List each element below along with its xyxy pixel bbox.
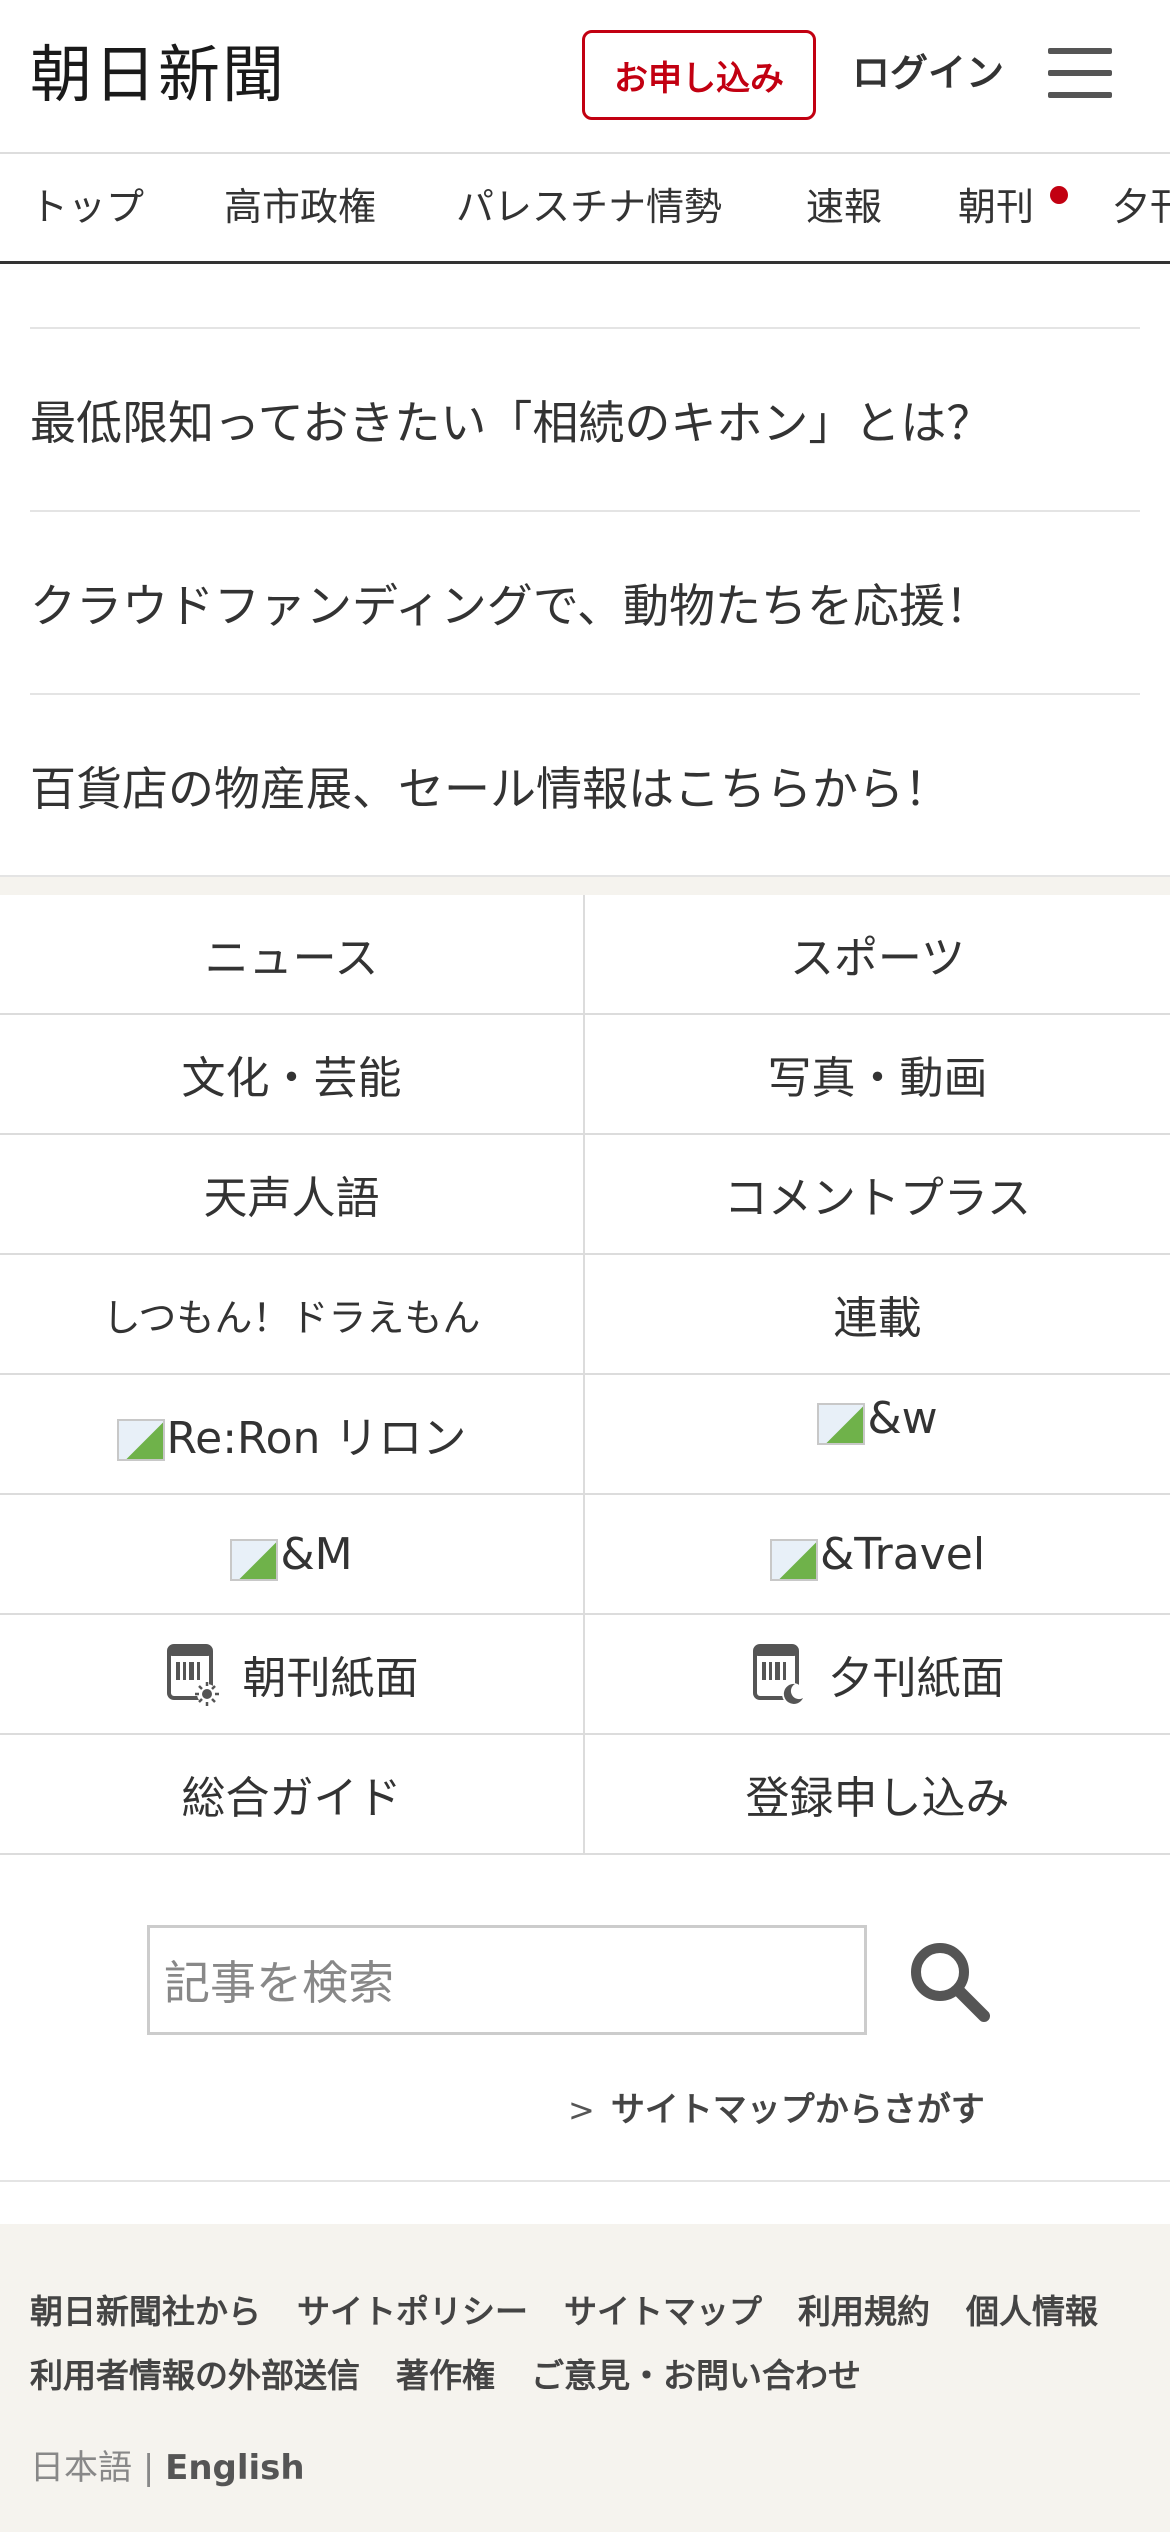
- broken-image-icon: [817, 1403, 866, 1445]
- grid-link-photo-video[interactable]: 写真・動画: [585, 1015, 1170, 1133]
- footer-link[interactable]: 著作権: [396, 2344, 495, 2408]
- and-travel-label: &Travel: [819, 1528, 986, 1580]
- site-header: 朝日新聞 お申し込み ログイン: [0, 0, 1170, 152]
- grid-link-guide[interactable]: 総合ガイド: [0, 1735, 585, 1853]
- site-footer: 朝日新聞社から サイトポリシー サイトマップ 利用規約 個人情報 利用者情報の外部送信著…: [0, 2224, 1170, 2532]
- footer-link[interactable]: 利用者情報の外部送信: [30, 2344, 360, 2408]
- grid-link-culture[interactable]: 文化・芸能: [0, 1015, 585, 1133]
- footer-link[interactable]: 個人情報: [966, 2280, 1098, 2344]
- section-divider: [0, 875, 1170, 895]
- apply-button[interactable]: お申し込み: [582, 30, 816, 120]
- chevron-right-icon: >: [568, 2091, 595, 2129]
- nav-item-top[interactable]: トップ: [30, 182, 144, 232]
- grid-link-and-travel[interactable]: &Travel: [585, 1495, 1170, 1613]
- grid-link-comment-plus[interactable]: コメントプラス: [585, 1135, 1170, 1253]
- grid-link-doraemon[interactable]: しつもん！ドラえもん: [0, 1255, 585, 1373]
- grid-link-reron[interactable]: Re:Ron リロン: [0, 1375, 585, 1493]
- reron-label: Re:Ron リロン: [166, 1413, 467, 1464]
- promo-link[interactable]: クラウドファンディングで、動物たちを応援！: [30, 510, 1140, 693]
- and-w-label: &w: [867, 1392, 938, 1444]
- broken-image-icon: [116, 1419, 165, 1461]
- footer-link[interactable]: 利用規約: [798, 2280, 930, 2344]
- grid-link-series[interactable]: 連載: [585, 1255, 1170, 1373]
- category-nav: トップ 高市政権 パレスチナ情勢 速報 朝刊 夕刊: [0, 152, 1170, 264]
- lang-separator: |: [142, 2448, 155, 2488]
- footer-link[interactable]: ご意見・お問い合わせ: [531, 2344, 861, 2408]
- lang-ja[interactable]: 日本語: [30, 2448, 132, 2488]
- promo-list: 最低限知っておきたい「相続のキホン」とは？ クラウドファンディングで、動物たちを…: [30, 327, 1140, 876]
- nav-item-takaichi[interactable]: 高市政権: [224, 182, 376, 232]
- language-switcher: 日本語 | English: [30, 2446, 305, 2490]
- broken-image-icon: [230, 1539, 279, 1581]
- grid-link-and-w[interactable]: &w: [585, 1375, 1170, 1493]
- footer-link[interactable]: 朝日新聞社から: [30, 2280, 261, 2344]
- login-link[interactable]: ログイン: [852, 48, 1004, 98]
- broken-image-icon: [769, 1539, 818, 1581]
- sitemap-label: サイトマップからさがす: [610, 2090, 985, 2130]
- and-m-label: &M: [280, 1528, 353, 1580]
- footer-link[interactable]: サイトマップ: [564, 2280, 762, 2344]
- nav-item-palestine[interactable]: パレスチナ情勢: [456, 182, 722, 232]
- morning-paper-label: 朝刊紙面: [242, 1653, 419, 1704]
- promo-link[interactable]: 百貨店の物産展、セール情報はこちらから！: [30, 693, 1140, 876]
- divider: [0, 2180, 1170, 2182]
- newspaper-moon-icon: [752, 1644, 804, 1705]
- lang-en[interactable]: English: [165, 2448, 305, 2488]
- grid-link-evening-paper[interactable]: 夕刊紙面: [585, 1615, 1170, 1733]
- search-input[interactable]: 記事を検索: [147, 1925, 867, 2035]
- grid-link-and-m[interactable]: &M: [0, 1495, 585, 1613]
- nav-item-evening[interactable]: 夕刊: [1112, 182, 1170, 232]
- asahi-logo[interactable]: 朝日新聞: [30, 40, 286, 110]
- evening-paper-label: 夕刊紙面: [828, 1653, 1005, 1704]
- footer-links: 朝日新聞社から サイトポリシー サイトマップ 利用規約 個人情報 利用者情報の外部送信著…: [30, 2280, 1150, 2408]
- grid-link-sports[interactable]: スポーツ: [585, 895, 1170, 1013]
- grid-link-register[interactable]: 登録申し込み: [585, 1735, 1170, 1853]
- hamburger-menu-icon[interactable]: [1048, 46, 1112, 102]
- nav-item-morning[interactable]: 朝刊: [958, 182, 1034, 232]
- new-badge-dot: [1050, 186, 1068, 204]
- sitemap-search-link[interactable]: > サイトマップからさがす: [568, 2088, 985, 2132]
- grid-link-morning-paper[interactable]: 朝刊紙面: [0, 1615, 585, 1733]
- section-grid: ニュース スポーツ 文化・芸能 写真・動画 天声人語 コメントプラス しつもん！…: [0, 895, 1170, 1855]
- nav-item-breaking[interactable]: 速報: [806, 182, 882, 232]
- grid-link-tenseijingo[interactable]: 天声人語: [0, 1135, 585, 1253]
- footer-link[interactable]: サイトポリシー: [297, 2280, 528, 2344]
- search-icon[interactable]: [906, 1938, 992, 2024]
- newspaper-sun-icon: [166, 1644, 219, 1706]
- grid-link-news[interactable]: ニュース: [0, 895, 585, 1013]
- promo-link[interactable]: 最低限知っておきたい「相続のキホン」とは？: [30, 327, 1140, 510]
